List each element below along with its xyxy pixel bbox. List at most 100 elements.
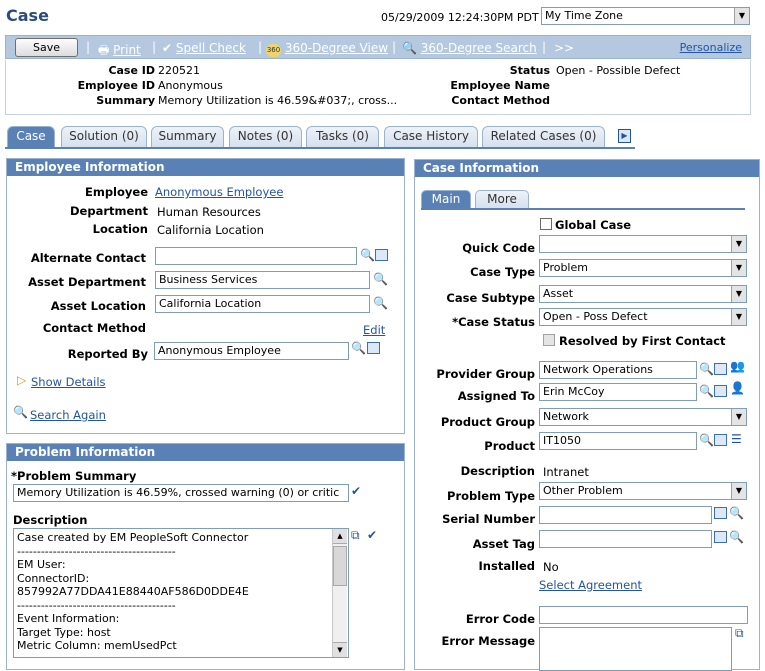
save-button[interactable]: Save [15, 38, 78, 57]
search-360-link[interactable]: 🔍 360-Degree Search [402, 41, 537, 55]
description-line: Case created by EM PeopleSoft Connector [17, 531, 249, 544]
error-message-textarea[interactable] [539, 627, 732, 671]
tab-case[interactable]: Case [7, 126, 55, 147]
case-status-select[interactable]: Open - Poss Defect ▼ [539, 308, 747, 326]
chevron-down-icon[interactable]: ▼ [734, 8, 749, 24]
edit-link[interactable]: Edit [363, 323, 385, 337]
scroll-up-icon[interactable]: ▲ [333, 529, 347, 544]
description-scrollbar[interactable]: ▲ ▼ [332, 529, 347, 657]
timezone-select[interactable]: My Time Zone ▼ [541, 7, 750, 25]
tab-solution[interactable]: Solution (0) [61, 126, 147, 147]
search-icon[interactable]: 🔍 [699, 362, 714, 376]
search-icon[interactable]: 🔍 [699, 384, 714, 398]
resolved-first-contact-checkbox[interactable] [543, 334, 555, 346]
problem-summary-input[interactable]: Memory Utilization is 46.59%, crossed wa… [13, 484, 349, 502]
select-agreement-link[interactable]: Select Agreement [539, 578, 642, 592]
search-icon[interactable]: 🔍 [373, 272, 388, 286]
search-icon[interactable]: 🔍 [729, 506, 744, 520]
provider-group-input[interactable]: Network Operations [539, 361, 697, 379]
view-360-label[interactable]: 360-Degree View [285, 41, 388, 55]
subtab-more[interactable]: More [475, 190, 529, 209]
lookup-list-icon[interactable] [714, 507, 727, 522]
lookup-list-icon[interactable] [714, 363, 727, 378]
global-case-checkbox[interactable] [540, 218, 552, 230]
lookup-list-icon[interactable] [714, 531, 727, 546]
printer-icon: 🖶 [98, 43, 110, 57]
search-again-link[interactable]: Search Again [30, 408, 106, 422]
lookup-list-icon[interactable] [375, 249, 388, 264]
description-line: ConnectorID: [17, 571, 90, 585]
view-360-link[interactable]: 360 360-Degree View [266, 41, 388, 57]
error-code-input[interactable] [539, 606, 748, 624]
chevron-down-icon[interactable]: ▼ [731, 286, 746, 302]
description-textarea[interactable]: Case created by EM PeopleSoft Connector -… [13, 528, 349, 658]
spell-check-icon[interactable]: ✔ [367, 528, 377, 542]
product-list-icon[interactable]: ☰ [731, 432, 742, 446]
scroll-thumb[interactable] [333, 546, 347, 586]
chevron-down-icon[interactable]: ▼ [731, 309, 746, 325]
chevron-down-icon[interactable]: ▼ [731, 260, 746, 276]
description-value: Intranet [543, 465, 589, 479]
spell-check-icon: ✔ [162, 41, 173, 55]
employee-info-panel: Employee Information Employee Anonymous … [6, 158, 405, 434]
toolbar: Save | 🖶 Print | ✔ Spell Check | 360 360… [5, 35, 751, 59]
lookup-list-icon[interactable] [367, 342, 380, 357]
spell-check-link[interactable]: ✔ Spell Check [162, 41, 246, 55]
subtab-underline [421, 208, 745, 210]
quick-code-select[interactable]: ▼ [539, 235, 747, 253]
expand-text-icon[interactable]: ⧉ [351, 528, 360, 542]
asset-tag-input[interactable] [539, 530, 712, 548]
search-icon[interactable]: 🔍 [699, 433, 714, 447]
reported-by-input[interactable]: Anonymous Employee [154, 342, 349, 360]
more-button[interactable]: >> [554, 41, 574, 55]
tab-summary[interactable]: Summary [151, 126, 224, 147]
tab-related-cases[interactable]: Related Cases (0) [482, 126, 605, 147]
spell-check-label[interactable]: Spell Check [176, 41, 246, 55]
product-input[interactable]: IT1050 [539, 432, 697, 450]
expand-text-icon[interactable]: ⧉ [735, 626, 744, 640]
search-icon[interactable]: 🔍 [729, 530, 744, 544]
asset-location-input[interactable]: California Location [155, 295, 370, 313]
scroll-down-icon[interactable]: ▼ [333, 642, 347, 657]
search-icon[interactable]: 🔍 [360, 248, 375, 262]
expand-triangle-icon[interactable]: ▷ [17, 373, 26, 387]
print-link[interactable]: 🖶 Print [98, 41, 141, 62]
assigned-to-input[interactable]: Erin McCoy [539, 383, 697, 401]
lookup-list-icon[interactable] [714, 434, 727, 449]
toolbar-separator: | [258, 40, 263, 54]
chevron-down-icon[interactable]: ▼ [731, 483, 746, 499]
case-subtype-select[interactable]: Asset ▼ [539, 285, 747, 303]
description-line: ---------------------------------------- [17, 544, 176, 558]
product-group-select[interactable]: Network ▼ [539, 408, 747, 426]
group-members-icon[interactable]: 👥 [730, 359, 745, 373]
search-icon[interactable]: 🔍 [351, 341, 366, 355]
find-worker-icon[interactable]: 👤 [730, 381, 745, 395]
department-value: Human Resources [157, 205, 261, 219]
case-status-label: *Case Status [452, 315, 535, 329]
tab-case-history[interactable]: Case History [384, 126, 478, 147]
search-icon[interactable]: 🔍 [373, 296, 388, 310]
lookup-list-icon[interactable] [714, 385, 727, 400]
employee-link[interactable]: Anonymous Employee [155, 185, 283, 199]
print-label[interactable]: Print [113, 43, 141, 57]
next-tab-icon[interactable]: ▶ [618, 129, 631, 143]
chevron-down-icon[interactable]: ▼ [731, 236, 746, 252]
personalize-link[interactable]: Personalize [680, 41, 742, 54]
problem-type-select[interactable]: Other Problem ▼ [539, 482, 747, 500]
case-type-value: Problem [543, 261, 588, 274]
chevron-down-icon[interactable]: ▼ [731, 409, 746, 425]
spell-check-icon[interactable]: ✔ [351, 484, 361, 498]
tab-tasks[interactable]: Tasks (0) [306, 126, 379, 147]
alternate-contact-input[interactable] [155, 247, 357, 265]
toolbar-separator: | [392, 40, 397, 54]
case-id-value: 220521 [158, 64, 200, 77]
asset-department-input[interactable]: Business Services [155, 271, 370, 289]
product-group-value: Network [543, 410, 589, 423]
asset-department-label: Asset Department [28, 275, 146, 289]
subtab-main[interactable]: Main [421, 190, 471, 209]
tab-notes[interactable]: Notes (0) [229, 126, 302, 147]
serial-number-input[interactable] [539, 506, 712, 524]
case-type-select[interactable]: Problem ▼ [539, 259, 747, 277]
show-details-link[interactable]: Show Details [31, 375, 106, 389]
search-360-label[interactable]: 360-Degree Search [421, 41, 537, 55]
